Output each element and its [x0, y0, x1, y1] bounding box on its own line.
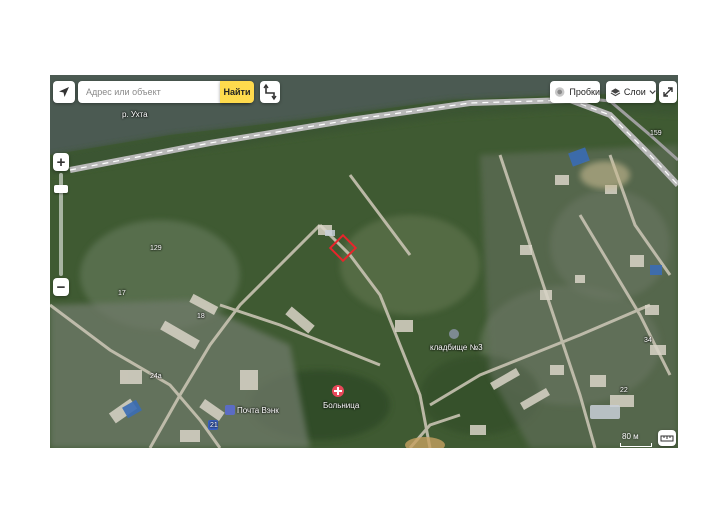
- house-number: 159: [650, 130, 662, 137]
- route-icon: [263, 83, 277, 101]
- map-view[interactable]: р. Ухта кладбище №3 Больница Почта Вэнк …: [50, 75, 678, 448]
- zoom-out-button[interactable]: −: [53, 278, 69, 296]
- expand-icon: [663, 87, 673, 97]
- traffic-button[interactable]: Пробки: [550, 81, 600, 103]
- ruler-icon: [660, 435, 674, 442]
- cemetery-icon[interactable]: [449, 329, 459, 339]
- house-number: 129: [150, 245, 162, 252]
- hospital-label: Больница: [323, 401, 360, 410]
- ruler-button[interactable]: [658, 430, 676, 446]
- post-office-icon[interactable]: [225, 405, 235, 415]
- zoom-slider-handle[interactable]: [54, 185, 68, 193]
- route-button[interactable]: [260, 81, 280, 103]
- layers-icon: [610, 88, 621, 97]
- zoom-in-button[interactable]: +: [53, 153, 69, 171]
- find-button[interactable]: Найти: [220, 81, 254, 103]
- scale-bar: [620, 443, 652, 447]
- satellite-imagery: [50, 75, 678, 448]
- layers-label: Слои: [623, 87, 646, 97]
- house-number: 24а: [150, 373, 162, 380]
- navigation-arrow-icon: [59, 87, 69, 97]
- house-number: 18: [197, 313, 205, 320]
- house-number: 34: [644, 337, 652, 344]
- layers-button[interactable]: Слои: [606, 81, 656, 103]
- fullscreen-button[interactable]: [659, 81, 677, 103]
- cemetery-label: кладбище №3: [430, 343, 483, 352]
- scale-label: 80 м: [622, 432, 639, 441]
- river-label: р. Ухта: [122, 110, 148, 119]
- house-number: 21: [210, 422, 218, 429]
- post-office-label: Почта Вэнк: [237, 406, 279, 415]
- locate-me-button[interactable]: [53, 81, 75, 103]
- chevron-down-icon: [649, 90, 656, 95]
- traffic-label: Пробки: [569, 87, 600, 97]
- house-number: 17: [118, 290, 126, 297]
- house-number: 22: [620, 387, 628, 394]
- traffic-light-icon: [554, 87, 565, 97]
